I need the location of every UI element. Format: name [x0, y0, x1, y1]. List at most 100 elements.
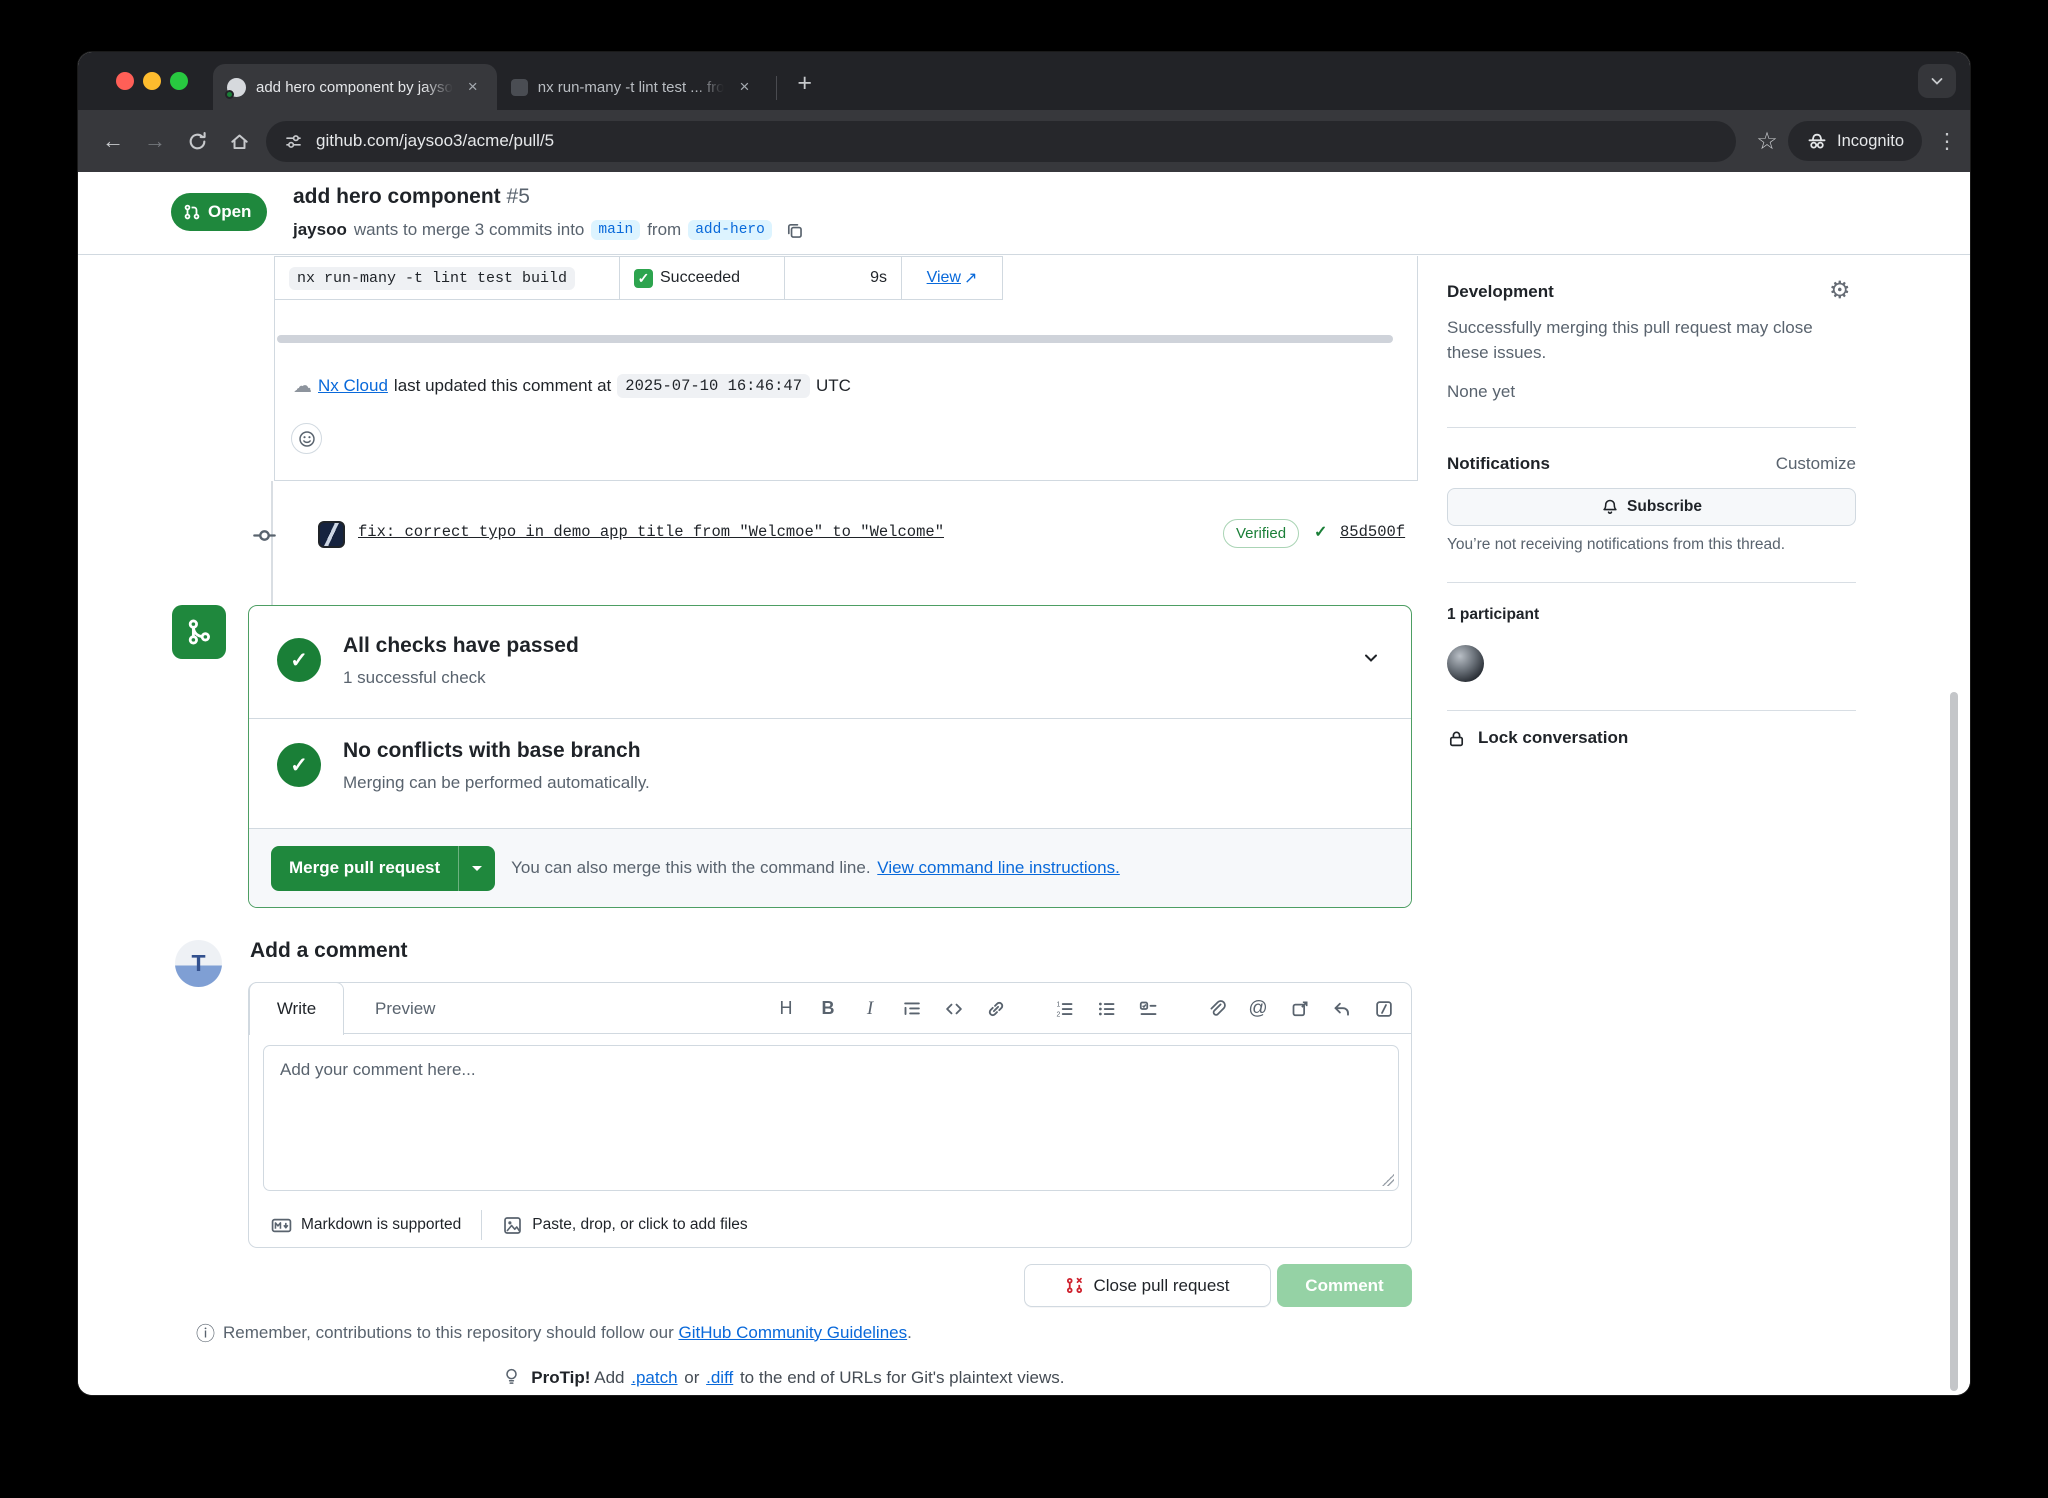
new-tab-button[interactable]: +	[789, 69, 820, 98]
cli-instructions-link[interactable]: View command line instructions.	[877, 858, 1120, 877]
guidelines-link[interactable]: GitHub Community Guidelines	[678, 1323, 907, 1342]
nx-cloud-link[interactable]: Nx Cloud	[318, 376, 388, 396]
cross-reference-icon[interactable]	[1289, 999, 1311, 1019]
nx-cloud-comment: nx run-many -t lint test build ✓ Succeed…	[274, 256, 1418, 481]
check-duration: 9s	[870, 269, 887, 287]
commit-message-link[interactable]: fix: correct typo in demo app title from…	[358, 523, 944, 541]
copy-branch-icon[interactable]	[785, 221, 804, 240]
check-circle-icon: ✓	[277, 743, 321, 787]
url-text: github.com/jaysoo3/acme/pull/5	[316, 131, 554, 151]
address-bar[interactable]: github.com/jaysoo3/acme/pull/5	[266, 121, 1736, 162]
tab-preview[interactable]: Preview	[361, 983, 449, 1034]
development-body: Successfully merging this pull request m…	[1447, 315, 1847, 365]
no-conflicts-section: ✓ No conflicts with base branch Merging …	[249, 718, 1411, 830]
close-window-button[interactable]	[116, 72, 134, 90]
comment-textarea[interactable]: Add your comment here...	[263, 1045, 1399, 1191]
subscribe-button[interactable]: Subscribe	[1447, 488, 1856, 526]
customize-link[interactable]: Customize	[1776, 454, 1856, 474]
checks-table-row: nx run-many -t lint test build ✓ Succeed…	[275, 256, 1003, 300]
current-user-avatar: T	[175, 940, 222, 987]
home-button[interactable]	[218, 131, 260, 152]
tab-write[interactable]: Write	[249, 982, 344, 1035]
pr-closed-icon	[1065, 1276, 1084, 1295]
browser-tab-active[interactable]: add hero component by jayso ×	[213, 64, 497, 110]
italic-icon[interactable]: I	[859, 998, 881, 1020]
mention-icon[interactable]: @	[1247, 998, 1269, 1020]
heading-icon[interactable]: H	[775, 998, 797, 1019]
check-name: nx run-many -t lint test build	[289, 267, 575, 290]
protip-text: Add	[594, 1368, 624, 1387]
horizontal-scrollbar[interactable]	[277, 335, 1393, 343]
commit-author-avatar[interactable]	[318, 521, 345, 548]
link-icon[interactable]	[985, 999, 1007, 1019]
git-merge-icon	[184, 617, 214, 647]
numbered-list-icon[interactable]: 12	[1053, 999, 1075, 1019]
page-scrollbar[interactable]	[1950, 692, 1958, 1391]
protip-text: or	[684, 1368, 699, 1387]
close-tab-icon[interactable]: ×	[734, 75, 754, 99]
pull-request-icon	[183, 203, 201, 221]
back-button[interactable]: ←	[92, 128, 134, 154]
lock-conversation-label: Lock conversation	[1478, 728, 1628, 748]
diff-link[interactable]: .diff	[706, 1368, 733, 1387]
resize-grip[interactable]	[1382, 1174, 1394, 1186]
close-pull-request-button[interactable]: Close pull request	[1024, 1264, 1271, 1307]
window-controls	[116, 72, 188, 90]
browser-toolbar: ← → github.com/jaysoo3/acme/pull/5 ☆ Inc…	[78, 110, 1970, 172]
lock-conversation-button[interactable]: Lock conversation	[1447, 728, 1628, 748]
merge-pull-request-button[interactable]: Merge pull request	[271, 846, 495, 891]
commit-sha-link[interactable]: 85d500f	[1340, 523, 1405, 541]
guidelines-text: Remember, contributions to this reposito…	[223, 1323, 674, 1342]
minimize-window-button[interactable]	[143, 72, 161, 90]
sidebar-divider	[1447, 582, 1856, 583]
head-branch-chip[interactable]: add-hero	[688, 220, 772, 240]
verified-badge[interactable]: Verified	[1223, 519, 1299, 548]
smiley-icon	[298, 430, 316, 448]
comment-form-header: Write Preview H B I 12 @	[249, 983, 1411, 1034]
check-status: Succeeded	[660, 269, 740, 287]
forward-button[interactable]: →	[134, 128, 176, 154]
maximize-window-button[interactable]	[170, 72, 188, 90]
info-icon: ⓘ	[196, 1319, 215, 1346]
close-tab-icon[interactable]: ×	[463, 75, 483, 99]
home-icon	[229, 131, 250, 152]
browser-tab-inactive[interactable]: nx run-many -t lint test ... fro ×	[497, 64, 769, 110]
base-branch-chip[interactable]: main	[591, 220, 640, 240]
bullet-list-icon[interactable]	[1095, 999, 1117, 1019]
reload-button[interactable]	[176, 131, 218, 152]
bold-icon[interactable]: B	[817, 998, 839, 1019]
image-upload-icon	[502, 1215, 523, 1236]
reply-icon[interactable]	[1331, 999, 1353, 1019]
github-pr-page: Open add hero component #5 jaysoo wants …	[78, 172, 1970, 1395]
add-reaction-button[interactable]	[291, 423, 322, 454]
nx-cloud-updated-line: ☁ Nx Cloud last updated this comment at …	[293, 374, 851, 398]
paste-files-label[interactable]: Paste, drop, or click to add files	[532, 1216, 747, 1234]
lock-icon	[1447, 729, 1466, 748]
tab-search-button[interactable]	[1918, 64, 1956, 98]
bookmark-star-icon[interactable]: ☆	[1746, 127, 1788, 156]
markdown-supported-label[interactable]: Markdown is supported	[301, 1216, 461, 1234]
patch-link[interactable]: .patch	[631, 1368, 677, 1387]
footer-divider	[481, 1210, 482, 1240]
view-link[interactable]: View	[927, 269, 961, 287]
pr-author[interactable]: jaysoo	[293, 220, 347, 240]
nx-favicon-icon	[511, 79, 528, 96]
external-arrow-icon: ↗	[964, 268, 977, 288]
chevron-down-icon[interactable]	[1361, 648, 1381, 668]
participant-avatar[interactable]	[1447, 645, 1484, 682]
quote-icon[interactable]	[901, 999, 923, 1019]
checks-passed-section[interactable]: ✓ All checks have passed 1 successful ch…	[249, 606, 1411, 718]
saved-replies-icon[interactable]	[1373, 999, 1395, 1019]
development-gear-icon[interactable]: ⚙	[1829, 276, 1851, 305]
merge-options-caret[interactable]	[458, 846, 495, 891]
chevron-down-icon	[1929, 73, 1945, 89]
merge-button-label: Merge pull request	[271, 846, 458, 891]
markdown-icon	[271, 1215, 292, 1236]
task-list-icon[interactable]	[1137, 999, 1159, 1019]
code-icon[interactable]	[943, 999, 965, 1019]
pr-number: #5	[507, 185, 530, 208]
attach-file-icon[interactable]	[1205, 999, 1227, 1019]
comment-button[interactable]: Comment	[1277, 1264, 1412, 1307]
browser-menu-button[interactable]: ⋮	[1932, 129, 1962, 154]
checks-passed-title: All checks have passed	[343, 634, 579, 658]
